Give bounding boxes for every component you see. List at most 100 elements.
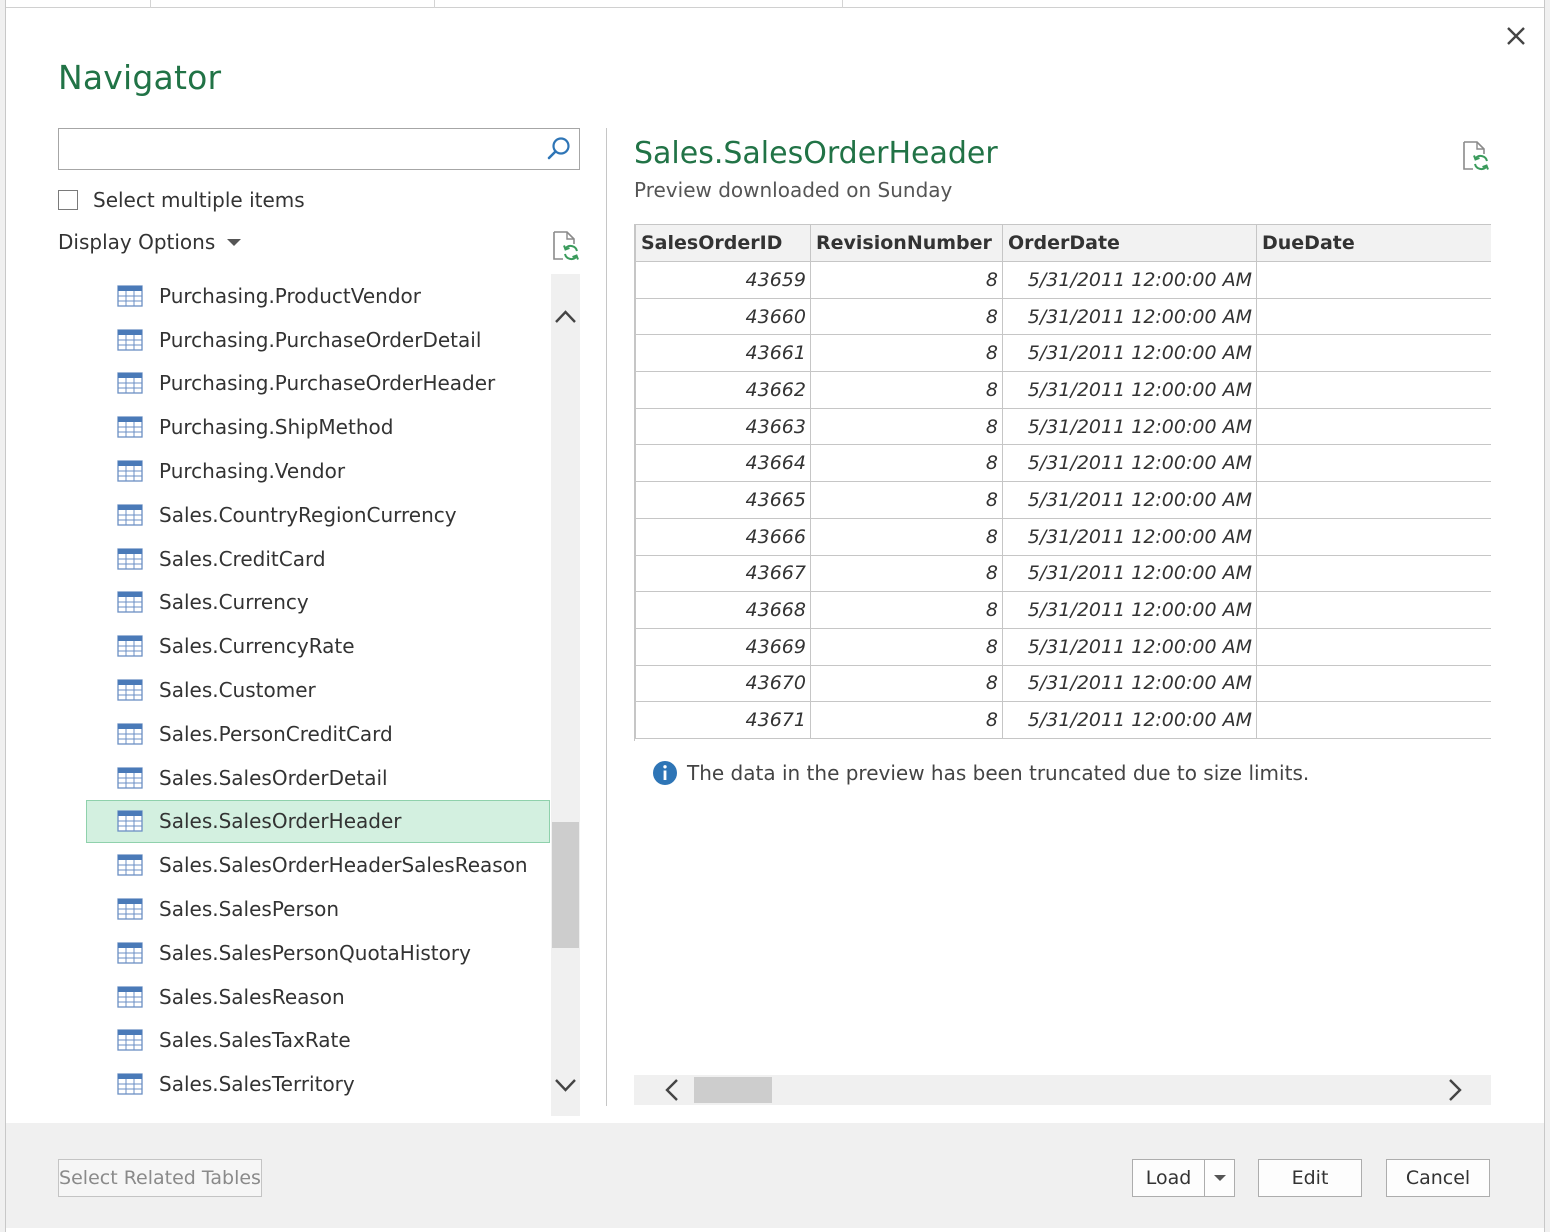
scroll-left-arrow-icon[interactable] <box>658 1075 688 1105</box>
table-icon <box>117 767 143 789</box>
table-list-item-label: Purchasing.PurchaseOrderHeader <box>159 371 496 396</box>
table-list-item-label: Sales.SalesOrderHeaderSalesReason <box>159 853 528 878</box>
table-list-item[interactable]: Sales.SalesReason <box>86 975 550 1019</box>
table-cell: 5/31/2011 12:00:00 AM <box>1002 334 1257 373</box>
preview-subtitle: Preview downloaded on Sunday <box>634 178 953 202</box>
select-multiple-row[interactable]: Select multiple items <box>58 186 305 214</box>
table-list-item[interactable]: Sales.SalesPersonQuotaHistory <box>86 931 550 975</box>
truncation-notice: The data in the preview has been truncat… <box>652 760 1309 786</box>
table-cell: 8 <box>810 517 1003 556</box>
table-list-item-label: Sales.Customer <box>159 678 316 703</box>
refresh-preview-icon[interactable] <box>1460 140 1490 172</box>
table-cell: 8 <box>810 407 1003 446</box>
table-cell: 8 <box>810 297 1003 336</box>
table-cell: 43667 <box>635 554 811 593</box>
column-header[interactable]: SalesOrderID <box>635 224 811 262</box>
scroll-up-arrow-icon[interactable] <box>551 302 580 332</box>
preview-table: SalesOrderID RevisionNumber OrderDate DueDa… <box>635 224 1491 739</box>
table-cell: 43668 <box>635 591 811 629</box>
cancel-button[interactable]: Cancel <box>1386 1159 1490 1197</box>
table-row: 4366085/31/2011 12:00:00 AM6/12/2011 12:… <box>635 297 1491 336</box>
list-scroll-thumb[interactable] <box>552 822 579 948</box>
preview-horizontal-scrollbar[interactable] <box>634 1075 1491 1105</box>
table-row: 4366685/31/2011 12:00:00 AM6/12/2011 12:… <box>635 517 1491 556</box>
table-list-item[interactable]: Sales.SalesTerritory <box>86 1062 550 1106</box>
table-cell: 6/12/2011 12:00:00 AM <box>1256 444 1491 483</box>
table-list-item-label: Purchasing.ShipMethod <box>159 415 394 440</box>
table-list-item-label: Sales.PersonCreditCard <box>159 721 393 746</box>
select-multiple-checkbox[interactable] <box>58 190 78 210</box>
table-list-item[interactable]: Sales.CurrencyRate <box>86 624 550 668</box>
table-list-item[interactable]: Sales.CountryRegionCurrency <box>86 493 550 537</box>
table-list-item[interactable]: Purchasing.PurchaseOrderDetail <box>86 318 550 362</box>
table-list-item[interactable]: Sales.Customer <box>86 668 550 712</box>
search-field[interactable] <box>58 128 580 170</box>
table-cell: 5/31/2011 12:00:00 AM <box>1002 627 1257 666</box>
table-list-item[interactable]: Sales.SalesPerson <box>86 887 550 931</box>
table-list-item[interactable]: Sales.CreditCard <box>86 537 550 581</box>
table-list-item[interactable]: Sales.SalesOrderHeader <box>86 799 550 844</box>
table-icon <box>117 635 143 657</box>
scroll-down-arrow-icon[interactable] <box>551 1070 580 1100</box>
table-cell: 5/31/2011 12:00:00 AM <box>1002 664 1257 703</box>
scroll-right-arrow-icon[interactable] <box>1439 1075 1469 1105</box>
table-list-item-label: Sales.SalesTerritory <box>159 1072 355 1097</box>
close-button[interactable] <box>1502 22 1530 50</box>
table-list-item[interactable]: Sales.Currency <box>86 581 550 625</box>
table-cell: 6/12/2011 12:00:00 AM <box>1256 261 1491 299</box>
table-cell: 6/12/2011 12:00:00 AM <box>1256 627 1491 666</box>
preview-scroll-thumb[interactable] <box>694 1077 772 1103</box>
table-list-item-label: Sales.CurrencyRate <box>159 634 355 659</box>
table-icon <box>117 854 143 876</box>
table-cell: 5/31/2011 12:00:00 AM <box>1002 591 1257 629</box>
table-row: 4366285/31/2011 12:00:00 AM6/12/2011 12:… <box>635 371 1491 409</box>
table-cell: 8 <box>810 371 1003 409</box>
load-options-dropdown-button[interactable] <box>1204 1159 1235 1197</box>
list-vertical-scrollbar[interactable] <box>551 274 580 1116</box>
table-list-item[interactable]: Sales.SalesOrderDetail <box>86 756 550 800</box>
table-list-item-label: Purchasing.ProductVendor <box>159 283 422 308</box>
table-cell: 6/12/2011 12:00:00 AM <box>1256 701 1491 739</box>
navigator-dialog: Navigator Select multiple items Display … <box>6 8 1544 1228</box>
table-cell: 43663 <box>635 407 811 446</box>
background-sheet-strip <box>0 0 1550 8</box>
table-cell: 5/31/2011 12:00:00 AM <box>1002 701 1257 739</box>
table-icon <box>117 1029 143 1052</box>
table-icon <box>117 460 143 482</box>
load-button[interactable]: Load <box>1132 1159 1204 1197</box>
column-header[interactable]: OrderDate <box>1002 224 1257 262</box>
table-list-item[interactable]: Purchasing.Vendor <box>86 449 550 493</box>
table-cell: 8 <box>810 664 1003 703</box>
table-list-item[interactable]: Sales.SalesTerritoryHistory <box>86 1106 550 1116</box>
table-list-item[interactable]: Sales.SalesTaxRate <box>86 1019 550 1063</box>
background-edge-right <box>1544 0 1550 1232</box>
table-list-item[interactable]: Sales.SalesOrderHeaderSalesReason <box>86 843 550 887</box>
column-header[interactable]: RevisionNumber <box>810 224 1003 262</box>
table-list: Purchasing.ProductVendor Purchasing.Purch… <box>86 274 580 1116</box>
select-related-tables-button[interactable]: Select Related Tables <box>58 1159 262 1197</box>
table-list-item[interactable]: Purchasing.ShipMethod <box>86 405 550 449</box>
display-options-label: Display Options <box>58 230 216 254</box>
table-list-item[interactable]: Sales.PersonCreditCard <box>86 712 550 756</box>
preview-title: Sales.SalesOrderHeader <box>634 136 998 171</box>
edit-button[interactable]: Edit <box>1258 1159 1362 1197</box>
table-cell: 5/31/2011 12:00:00 AM <box>1002 554 1257 593</box>
search-icon[interactable] <box>545 135 573 163</box>
table-row: 4366985/31/2011 12:00:00 AM6/12/2011 12:… <box>635 627 1491 666</box>
table-icon <box>117 985 143 1008</box>
table-cell: 8 <box>810 444 1003 483</box>
table-list-item[interactable]: Purchasing.PurchaseOrderHeader <box>86 362 550 406</box>
column-header[interactable]: DueDate <box>1256 224 1491 262</box>
table-cell: 6/12/2011 12:00:00 AM <box>1256 591 1491 629</box>
table-icon <box>117 329 143 351</box>
search-input[interactable] <box>59 129 529 167</box>
table-list-item[interactable]: Purchasing.ProductVendor <box>86 274 550 318</box>
table-row: 4367185/31/2011 12:00:00 AM6/12/2011 12:… <box>635 701 1491 739</box>
table-list-item-label: Sales.SalesTaxRate <box>159 1028 351 1053</box>
table-cell: 6/12/2011 12:00:00 AM <box>1256 407 1491 446</box>
display-options-dropdown[interactable]: Display Options <box>58 230 242 254</box>
table-icon <box>117 723 143 745</box>
refresh-list-icon[interactable] <box>550 230 580 262</box>
table-icon <box>117 1073 143 1095</box>
table-cell: 6/12/2011 12:00:00 AM <box>1256 481 1491 519</box>
